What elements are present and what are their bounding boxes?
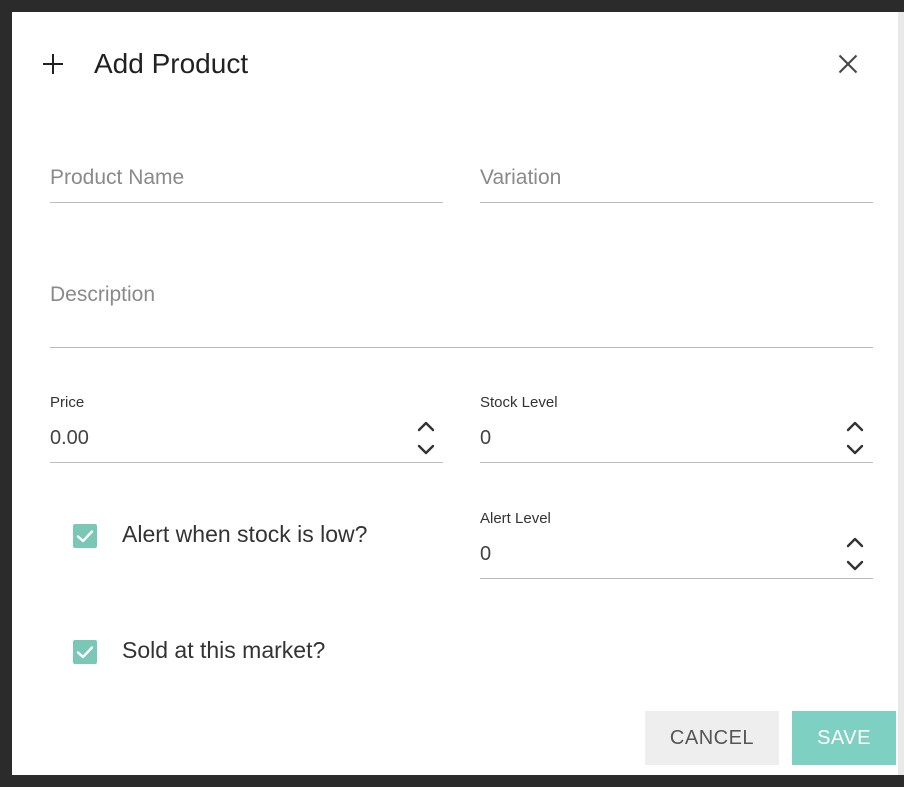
price-stepper[interactable] bbox=[414, 417, 438, 461]
alert-level-stepper[interactable] bbox=[843, 533, 867, 577]
stock-level-stepper[interactable] bbox=[843, 417, 867, 461]
alert-low-label[interactable]: Alert when stock is low? bbox=[122, 521, 367, 548]
alert-level-value: 0 bbox=[480, 543, 492, 565]
checkmark-icon bbox=[76, 530, 94, 543]
sold-here-checkbox[interactable] bbox=[73, 640, 97, 664]
description-field[interactable] bbox=[50, 268, 873, 348]
sold-here-label[interactable]: Sold at this market? bbox=[122, 637, 325, 664]
price-label: Price bbox=[50, 394, 85, 411]
close-icon[interactable] bbox=[836, 52, 860, 76]
dialog-title: Add Product bbox=[94, 48, 249, 79]
stock-level-input[interactable] bbox=[480, 415, 873, 463]
dialog-edge bbox=[898, 12, 904, 775]
plus-icon bbox=[42, 53, 64, 75]
alert-level-input[interactable] bbox=[480, 531, 873, 579]
product-name-placeholder: Product Name bbox=[50, 166, 185, 189]
price-value: 0.00 bbox=[50, 427, 89, 449]
stock-level-value: 0 bbox=[480, 427, 492, 449]
save-button[interactable]: SAVE bbox=[792, 711, 896, 765]
checkmark-icon bbox=[76, 646, 94, 659]
dialog-header: Add Product bbox=[42, 38, 248, 90]
variation-placeholder: Variation bbox=[480, 166, 562, 189]
cancel-button[interactable]: CANCEL bbox=[645, 711, 779, 765]
stock-level-label: Stock Level bbox=[480, 394, 558, 411]
price-input[interactable] bbox=[50, 415, 443, 463]
alert-low-checkbox[interactable] bbox=[73, 524, 97, 548]
alert-level-label: Alert Level bbox=[480, 510, 551, 527]
description-placeholder: Description bbox=[50, 283, 156, 306]
